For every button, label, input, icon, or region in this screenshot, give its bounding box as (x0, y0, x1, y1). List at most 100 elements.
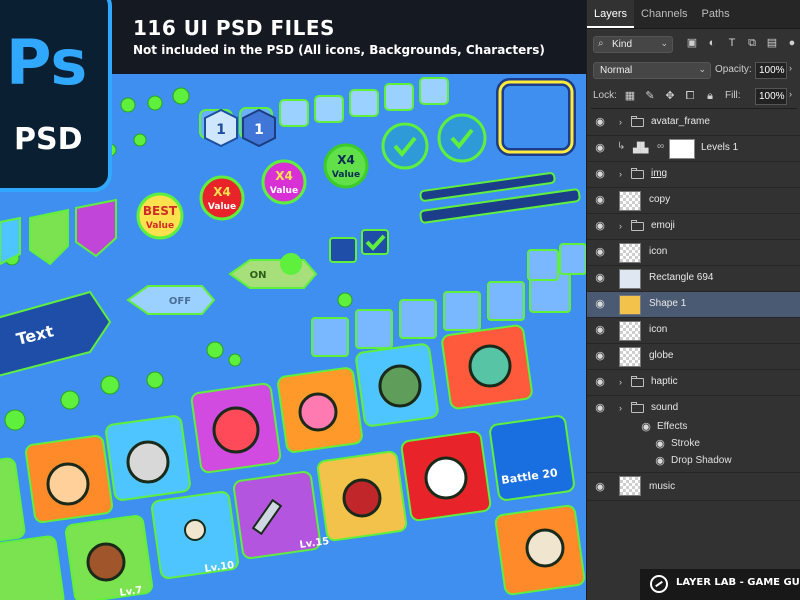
shape-filter-icon[interactable]: ⧉ (745, 36, 759, 50)
layer-name: Levels 1 (701, 142, 739, 153)
art-badge-best: BEST (143, 204, 178, 218)
adjustment-filter-icon[interactable]: ◐ (705, 36, 719, 50)
art-badge-x4-red-value: Value (208, 202, 236, 212)
filter-row: ⌕ Kind ⌄ ▣ ◐ T ⧉ ▤ ● (591, 34, 797, 56)
layer-thumbnail (619, 476, 641, 496)
chevron-right-icon[interactable]: › (619, 117, 622, 127)
layer-thumbnail (619, 347, 641, 367)
clipping-arrow-icon: ↳ (617, 141, 626, 152)
chevron-right-icon[interactable]: › (789, 63, 792, 73)
layer-mask-thumbnail[interactable] (669, 139, 695, 159)
layer-row[interactable]: ◉ ↳ ▟▙ ∞ Levels 1 (587, 136, 800, 162)
layer-row[interactable]: ◉ icon (587, 240, 800, 266)
eye-icon[interactable]: ◉ (593, 324, 607, 336)
effects-row[interactable]: ◉ Effects (587, 418, 800, 435)
eye-icon[interactable]: ◉ (653, 438, 667, 450)
watermark-banner: LAYER LAB - GAME GUI (640, 569, 800, 600)
eye-icon[interactable]: ◉ (593, 481, 607, 493)
folder-icon (631, 378, 644, 387)
effect-row[interactable]: ◉ Stroke (587, 435, 800, 452)
eye-icon[interactable]: ◉ (639, 421, 653, 433)
effect-drop-shadow-label: Drop Shadow (671, 455, 732, 466)
chevron-down-icon: ⌄ (660, 38, 668, 48)
layer-lab-logo-icon (650, 575, 668, 593)
search-icon: ⌕ (598, 38, 604, 49)
art-badge-x4-pink: X4 (275, 169, 293, 183)
layer-row[interactable]: ◉ copy (587, 188, 800, 214)
chevron-right-icon[interactable]: › (789, 89, 792, 99)
watermark-text: LAYER LAB - GAME GUI (676, 577, 800, 588)
filter-toggle-icon[interactable]: ● (785, 36, 799, 50)
layer-row[interactable]: ◉ › img (587, 162, 800, 188)
levels-adjustment-icon: ▟▙ (633, 143, 649, 154)
eye-icon[interactable]: ◉ (593, 350, 607, 362)
eye-icon[interactable]: ◉ (593, 402, 607, 414)
layer-row-selected[interactable]: ◉ Shape 1 (587, 292, 800, 318)
photoshop-logo-psd: PSD (14, 122, 83, 157)
eye-icon[interactable]: ◉ (593, 142, 607, 154)
lock-transparency-icon[interactable]: ▦ (623, 89, 637, 103)
eye-icon[interactable]: ◉ (593, 246, 607, 258)
chevron-right-icon[interactable]: › (619, 403, 622, 413)
effect-row[interactable]: ◉ Drop Shadow (587, 452, 800, 473)
eye-icon[interactable]: ◉ (593, 376, 607, 388)
link-icon: ∞ (657, 141, 665, 152)
chevron-right-icon[interactable]: › (619, 221, 622, 231)
subheadline: Not included in the PSD (All icons, Back… (133, 43, 545, 57)
blend-mode-select[interactable]: Normal ⌄ (593, 62, 711, 79)
opacity-field[interactable]: 100% (755, 62, 787, 79)
eye-icon[interactable]: ◉ (593, 298, 607, 310)
eye-icon[interactable]: ◉ (593, 272, 607, 284)
eye-icon[interactable]: ◉ (593, 168, 607, 180)
layer-name: icon (649, 324, 668, 335)
layer-row[interactable]: ◉ Rectangle 694 (587, 266, 800, 292)
layer-thumbnail (619, 243, 641, 263)
layer-row[interactable]: ◉ › avatar_frame (587, 110, 800, 136)
lock-position-icon[interactable]: ✥ (663, 89, 677, 103)
smart-object-filter-icon[interactable]: ▤ (765, 36, 779, 50)
art-badge-best-value: Value (146, 221, 174, 231)
eye-icon[interactable]: ◉ (593, 220, 607, 232)
lock-artboard-icon[interactable]: ⧠ (683, 89, 697, 103)
layer-row[interactable]: ◉ › emoji (587, 214, 800, 240)
eye-icon[interactable]: ◉ (653, 455, 667, 467)
layer-name: copy (649, 194, 671, 205)
tab-channels[interactable]: Channels (634, 0, 694, 28)
type-filter-icon[interactable]: T (725, 36, 739, 50)
layer-row[interactable]: ◉ music (587, 473, 800, 501)
art-lv7: Lv.7 (119, 585, 143, 599)
filter-kind-select[interactable]: ⌕ Kind ⌄ (593, 36, 673, 53)
chevron-right-icon[interactable]: › (619, 169, 622, 179)
art-level-b: 1 (254, 122, 264, 138)
layer-name: img (651, 168, 668, 179)
tab-layers[interactable]: Layers (587, 0, 635, 28)
layer-thumbnail (619, 321, 641, 341)
lock-paint-icon[interactable]: ✎ (643, 89, 657, 103)
eye-icon[interactable]: ◉ (593, 116, 607, 128)
layer-name: icon (649, 246, 668, 257)
layer-name: sound (651, 402, 679, 413)
fill-field[interactable]: 100% (755, 88, 787, 105)
layer-row[interactable]: ◉ globe (587, 344, 800, 370)
layer-name: music (649, 481, 676, 492)
chevron-right-icon[interactable]: › (619, 377, 622, 387)
eye-icon[interactable]: ◉ (593, 194, 607, 206)
blend-mode-value: Normal (600, 65, 633, 76)
tab-paths[interactable]: Paths (695, 0, 737, 28)
layer-row[interactable]: ◉ icon (587, 318, 800, 344)
effects-label: Effects (657, 421, 688, 432)
layer-name: Shape 1 (649, 298, 687, 309)
layer-row[interactable]: ◉ › sound (587, 396, 800, 418)
art-toggle-off: OFF (169, 296, 191, 307)
layers-panel: Layers Channels Paths ⌕ Kind ⌄ ▣ ◐ T ⧉ ▤… (586, 0, 800, 600)
layer-thumbnail (619, 269, 641, 289)
image-filter-icon[interactable]: ▣ (685, 36, 699, 50)
layer-name: Rectangle 694 (649, 272, 714, 283)
lock-all-icon[interactable]: 🔒︎ (703, 89, 717, 103)
layer-row[interactable]: ◉ › haptic (587, 370, 800, 396)
folder-icon (631, 222, 644, 231)
lock-label: Lock: (593, 90, 617, 101)
fill-label: Fill: (725, 90, 741, 101)
photoshop-logo-ps: Ps (6, 26, 88, 99)
layer-name: avatar_frame (651, 116, 710, 127)
